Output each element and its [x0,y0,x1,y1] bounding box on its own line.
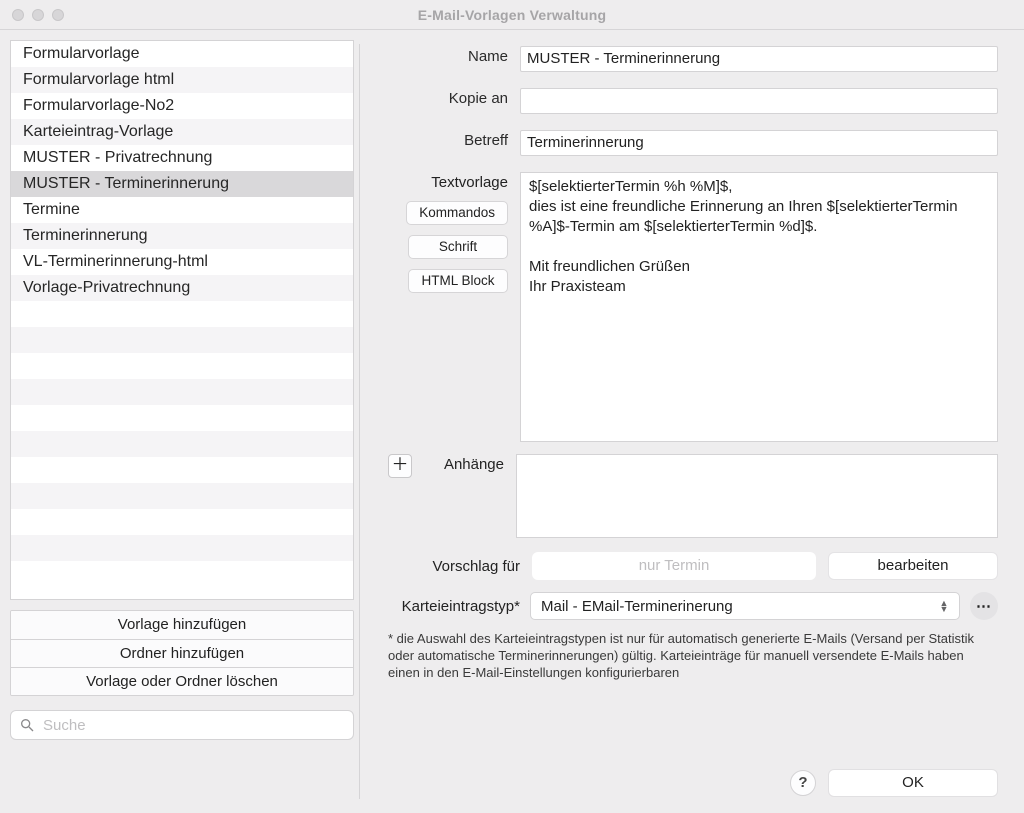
label-subject: Betreff [388,130,520,152]
add-template-button[interactable]: Vorlage hinzufügen [11,611,353,639]
input-subject[interactable]: Terminerinnerung [520,130,998,156]
list-item[interactable] [11,535,353,561]
list-item[interactable] [11,509,353,535]
list-item[interactable] [11,431,353,457]
list-item[interactable] [11,561,353,587]
attachments-box[interactable] [516,454,998,538]
window-traffic-lights [12,9,64,21]
record-type-select[interactable]: Mail - EMail-Terminerinerung ▲▼ [530,592,960,620]
list-item[interactable] [11,301,353,327]
traffic-close[interactable] [12,9,24,21]
label-attachments: Anhänge [412,454,516,476]
list-item[interactable]: Formularvorlage-No2 [11,93,353,119]
sidebar-actions: Vorlage hinzufügen Ordner hinzufügen Vor… [10,610,354,696]
suggestion-display: nur Termin [532,552,816,580]
add-folder-button[interactable]: Ordner hinzufügen [11,639,353,667]
list-item[interactable]: MUSTER - Privatrechnung [11,145,353,171]
label-copy-to: Kopie an [388,88,520,110]
template-list[interactable]: FormularvorlageFormularvorlage htmlFormu… [10,40,354,600]
list-item[interactable]: Terminerinnerung [11,223,353,249]
ok-button[interactable]: OK [828,769,998,797]
traffic-minimize[interactable] [32,9,44,21]
record-type-hint: * die Auswahl des Karteieintragstypen is… [388,630,998,681]
list-item[interactable]: Formularvorlage [11,41,353,67]
list-item[interactable]: Formularvorlage html [11,67,353,93]
list-item[interactable]: Termine [11,197,353,223]
input-copy-to[interactable] [520,88,998,114]
label-record-type: Karteieintragstyp* [388,598,520,615]
record-type-value: Mail - EMail-Terminerinerung [541,598,733,615]
window-titlebar: E-Mail-Vorlagen Verwaltung [0,0,1024,30]
label-template: Textvorlage [431,172,508,191]
select-arrows-icon: ▲▼ [937,600,951,612]
list-item[interactable]: Karteieintrag-Vorlage [11,119,353,145]
template-body[interactable]: $[selektierterTermin %h %M]$, dies ist e… [520,172,998,442]
search-icon [19,717,35,733]
list-item[interactable] [11,353,353,379]
label-suggestion: Vorschlag für [388,558,520,575]
help-button[interactable]: ? [790,770,816,796]
edit-suggestion-button[interactable]: bearbeiten [828,552,998,580]
list-item[interactable] [11,379,353,405]
font-button[interactable]: Schrift [408,235,508,259]
list-item[interactable] [11,457,353,483]
search-field[interactable] [10,710,354,740]
record-type-more-button[interactable]: ⋯ [970,592,998,620]
form-pane: Name MUSTER - Terminerinnerung Kopie an … [358,40,1010,803]
sidebar: FormularvorlageFormularvorlage htmlFormu… [10,40,358,803]
input-name[interactable]: MUSTER - Terminerinnerung [520,46,998,72]
list-item[interactable] [11,483,353,509]
window-title: E-Mail-Vorlagen Verwaltung [418,7,607,23]
add-attachment-button[interactable]: ＋ [388,454,412,478]
list-item[interactable] [11,327,353,353]
list-item[interactable]: VL-Terminerinnerung-html [11,249,353,275]
html-block-button[interactable]: HTML Block [408,269,508,293]
list-item[interactable]: MUSTER - Terminerinnerung [11,171,353,197]
traffic-zoom[interactable] [52,9,64,21]
label-name: Name [388,46,520,68]
list-item[interactable] [11,405,353,431]
delete-button[interactable]: Vorlage oder Ordner löschen [11,667,353,695]
commands-button[interactable]: Kommandos [406,201,508,225]
search-input[interactable] [41,716,345,735]
list-item[interactable]: Vorlage-Privatrechnung [11,275,353,301]
